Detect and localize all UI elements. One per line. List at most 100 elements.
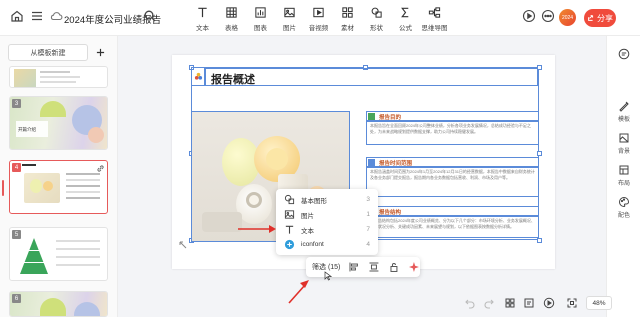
lock-icon[interactable]: [388, 261, 400, 273]
media-icon: [313, 7, 324, 18]
new-from-template-button[interactable]: 从模板新建: [8, 44, 88, 61]
tool-table[interactable]: 表格: [217, 4, 246, 34]
link-icon[interactable]: [96, 164, 105, 173]
home-icon[interactable]: [10, 9, 24, 23]
slide-thumbnail-2[interactable]: [9, 66, 108, 88]
slide-logo[interactable]: [191, 67, 205, 86]
tool-chart[interactable]: 图表: [246, 4, 275, 34]
menu-item-label: 文本: [301, 227, 314, 235]
tool-label: 文本: [196, 25, 209, 32]
table-icon: [226, 7, 237, 18]
thumbnail-caption: 开篇介绍: [18, 127, 36, 132]
ai-sparkle-icon[interactable]: [408, 261, 420, 273]
menu-item-text[interactable]: 文本 7: [276, 222, 378, 237]
menu-item-count: 3: [366, 196, 370, 203]
material-icon: [342, 7, 353, 18]
slide-number: 6: [12, 294, 21, 303]
rail-label: 背景: [617, 149, 630, 155]
section-purpose[interactable]: 报告目的 本报告旨在全面回顾2024年公司整体业绩，分析各项业务发展情况，总结成…: [366, 111, 539, 145]
section-body: 本报告结构包括2024年度公司业绩概览、分为以下几个部分：市场环境分析、业务发展…: [366, 216, 539, 238]
tool-mindmap[interactable]: 思维导图: [420, 4, 449, 34]
right-rail: 模板 背景 布局 配色: [606, 36, 640, 317]
tool-label: 音视频: [308, 25, 329, 32]
notes-icon[interactable]: [523, 297, 535, 309]
slide-title[interactable]: 报告概述: [211, 71, 255, 87]
tool-text[interactable]: 文本: [188, 4, 217, 34]
slide-thumbnail-5[interactable]: 5: [9, 227, 108, 281]
share-button[interactable]: 分享: [584, 9, 616, 27]
layout-button[interactable]: 布局: [607, 164, 640, 187]
palette-icon: [619, 196, 630, 208]
menu-item-image[interactable]: 图片 1: [276, 207, 378, 222]
section-heading: 报告目的: [379, 115, 402, 121]
top-bar: 2024年度公司业绩报告 文本 表格 图表 图片 音视频 素材 形状 公式 思维…: [0, 0, 640, 36]
menu-item-basic-shape[interactable]: 基本图形 3: [276, 192, 378, 207]
rail-label: 配色: [617, 213, 630, 219]
slide-thumbnail-6[interactable]: 6: [9, 291, 108, 317]
flag-icon: [368, 113, 375, 120]
calendar-icon: [368, 159, 375, 166]
present-icon[interactable]: [543, 297, 555, 309]
resize-handle[interactable]: [537, 151, 542, 156]
distribute-icon[interactable]: [368, 261, 380, 273]
tool-media[interactable]: 音视频: [304, 4, 333, 34]
play-icon[interactable]: [522, 9, 536, 23]
image-icon: [284, 210, 295, 219]
image-icon: [284, 7, 295, 18]
slide-thumbnail-3[interactable]: 3 开篇介绍: [9, 96, 108, 150]
template-button[interactable]: 模板: [607, 100, 640, 123]
tool-label: 表格: [225, 25, 238, 32]
zoom-level[interactable]: 48%: [586, 296, 612, 310]
tool-material[interactable]: 素材: [333, 4, 362, 34]
cloud-icon: [49, 9, 63, 23]
fit-screen-icon[interactable]: [566, 297, 578, 309]
align-icon[interactable]: [348, 261, 360, 273]
chart-icon: [255, 7, 266, 18]
menu-item-count: 4: [366, 241, 370, 248]
section-heading: 报告时间范围: [379, 161, 413, 167]
redo-icon[interactable]: [483, 297, 495, 309]
rotate-icon[interactable]: [178, 240, 188, 250]
template-icon: [619, 101, 629, 112]
tool-label: 形状: [370, 25, 383, 32]
undo-icon[interactable]: [464, 297, 476, 309]
shape-icon: [284, 194, 295, 205]
share-icon: [588, 15, 594, 21]
slide-thumbnail-4[interactable]: 4: [9, 160, 108, 214]
section-body: 本报告涵盖时间范围为2024年1月至2024年12月31日的经营数据，本报告中数…: [366, 167, 539, 197]
background-icon: [619, 133, 629, 143]
selection-filter-menu: 基本图形 3 图片 1 文本 7 iconfont 4: [276, 189, 378, 255]
insert-toolbar: 文本 表格 图表 图片 音视频 素材 形状 公式 思维导图: [188, 4, 449, 34]
tool-formula[interactable]: 公式: [391, 4, 420, 34]
palette-button[interactable]: 配色: [607, 196, 640, 219]
section-structure[interactable]: 报告结构 本报告结构包括2024年度公司业绩概览、分为以下几个部分：市场环境分析…: [366, 206, 539, 238]
add-slide-button[interactable]: [92, 44, 109, 61]
slide-panel: 从模板新建 3 开篇介绍 4 5 6: [0, 36, 118, 317]
more-icon[interactable]: [541, 9, 555, 23]
plus-icon: [96, 48, 105, 57]
grid-view-icon[interactable]: [504, 297, 516, 309]
background-button[interactable]: 背景: [607, 132, 640, 155]
section-timeframe[interactable]: 报告时间范围 本报告涵盖时间范围为2024年1月至2024年12月31日的经营数…: [366, 157, 539, 197]
section-body: 本报告旨在全面回顾2024年公司整体业绩，分析各项业务发展情况，总结成功经验与不…: [366, 121, 539, 145]
menu-item-label: iconfont: [301, 241, 324, 248]
logo-icon: [194, 72, 202, 80]
tool-image[interactable]: 图片: [275, 4, 304, 34]
comment-button[interactable]: [607, 48, 640, 60]
cursor-icon: [324, 271, 332, 281]
menu-item-count: 7: [366, 226, 370, 233]
resize-handle[interactable]: [537, 238, 542, 243]
tool-label: 图表: [254, 25, 267, 32]
mindmap-icon: [428, 7, 441, 18]
menu-item-iconfont[interactable]: iconfont 4: [276, 237, 378, 252]
menu-item-label: 基本图形: [301, 197, 327, 205]
share-label: 分享: [597, 13, 613, 23]
section-heading: 报告结构: [379, 210, 402, 216]
thumbnail-image: [14, 69, 36, 87]
search-icon[interactable]: [143, 9, 157, 23]
tool-label: 公式: [399, 25, 412, 32]
avatar[interactable]: 2024: [559, 9, 576, 26]
comment-icon: [618, 48, 630, 60]
tool-shape[interactable]: 形状: [362, 4, 391, 34]
menu-icon[interactable]: [30, 9, 44, 23]
